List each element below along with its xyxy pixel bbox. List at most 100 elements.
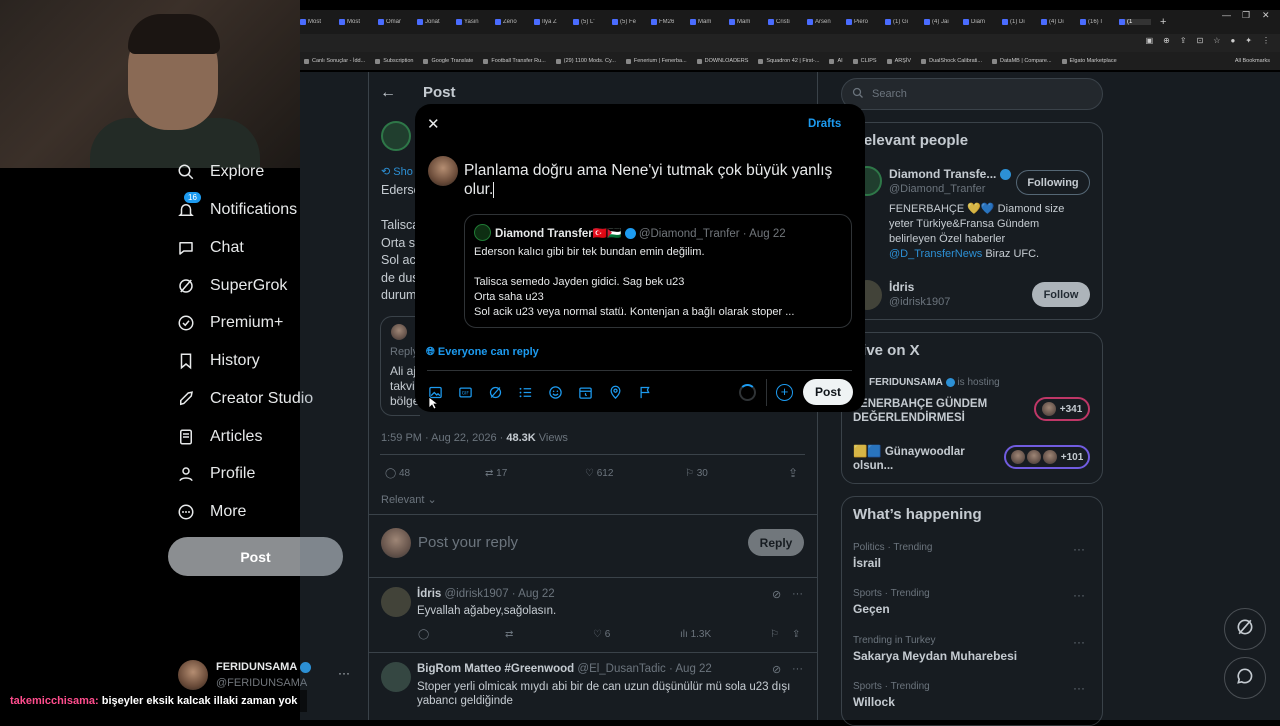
account-avatar[interactable] [178, 660, 208, 690]
bookmark-label: DualShock Calibrati... [929, 58, 982, 64]
bookmark-item[interactable]: CLIPS [852, 58, 877, 64]
browser-tab[interactable]: Omar [378, 19, 410, 25]
flag-icon[interactable] [637, 384, 653, 400]
all-bookmarks-button[interactable]: All Bookmarks [1235, 58, 1270, 64]
minimize-window-icon[interactable]: — [1222, 10, 1231, 20]
post-submit-button[interactable]: Post [803, 379, 853, 405]
nav-more[interactable]: More [176, 502, 246, 522]
bookmark-item[interactable]: DOWNLOADERS [696, 58, 748, 64]
browser-tab[interactable]: (1) Gi [885, 19, 917, 25]
tab-favicon-icon [885, 19, 891, 25]
tab-title: Most [347, 19, 361, 25]
divider [766, 379, 767, 406]
nav-label: Explore [210, 163, 265, 180]
bookmark-item[interactable]: Elgato Marketplace [1061, 58, 1117, 64]
bookmark-item[interactable]: AI [829, 58, 843, 64]
browser-tab[interactable]: Ilya Z [534, 19, 566, 25]
tab-favicon-icon [1002, 19, 1008, 25]
svg-text:GIF: GIF [461, 390, 469, 396]
browser-tab[interactable]: Most [339, 19, 371, 25]
bookmark-item[interactable]: Canlı Sonuçlar - İdd... [304, 58, 365, 64]
drafts-button[interactable]: Drafts [808, 118, 841, 130]
bookmark-item[interactable]: (29) 1100 Mods. Cy... [555, 58, 616, 64]
menu-icon[interactable]: ⋮ [1262, 36, 1270, 45]
browser-tab[interactable]: Cristi [768, 19, 800, 25]
bookmark-favicon-icon [483, 58, 489, 64]
flag-icons: 🇹🇷🇵🇸 [592, 228, 622, 240]
zoom-icon[interactable]: ⊕ [1163, 36, 1170, 45]
star-icon[interactable]: ☆ [1213, 36, 1220, 45]
nav-chat[interactable]: Chat [176, 238, 244, 258]
stream-chat-message: takemicchisama: bişeyler eksik kalcak il… [0, 690, 308, 712]
person-icon [176, 464, 196, 484]
extensions-puzzle-icon[interactable]: ✦ [1245, 36, 1252, 45]
new-tab-button[interactable]: + [1160, 16, 1166, 28]
browser-tab[interactable]: Yasin [456, 19, 488, 25]
bookmark-item[interactable]: Fenerium | Fenerba... [625, 58, 687, 64]
bookmark-item[interactable]: DualShock Calibrati... [921, 58, 982, 64]
bookmark-item[interactable]: Football Transfer Ru... [483, 58, 546, 64]
nav-creator-studio[interactable]: Creator Studio [176, 389, 313, 409]
browser-tab[interactable]: Most [300, 19, 332, 25]
browser-tab[interactable]: (1 [1119, 19, 1151, 25]
nav-supergrok[interactable]: SuperGrok [176, 276, 287, 296]
gif-icon[interactable]: GIF [457, 384, 473, 400]
bookmark-label: Fenerium | Fenerba... [633, 58, 687, 64]
add-thread-icon[interactable]: + [776, 384, 793, 401]
nav-premium[interactable]: Premium+ [176, 313, 283, 333]
bookmarks-bar: Canlı Sonuçlar - İdd... Subscription Googl… [300, 52, 1280, 70]
webcam-overlay [0, 0, 300, 168]
record-icon[interactable]: ● [1230, 36, 1235, 45]
grok-icon[interactable] [487, 384, 503, 400]
bookmark-item[interactable]: Google Translate [423, 58, 473, 64]
nav-articles[interactable]: Articles [176, 427, 262, 447]
nav-notifications[interactable]: 16 Notifications [176, 192, 297, 220]
poll-icon[interactable] [517, 384, 533, 400]
bookmark-item[interactable]: DataMB | Compare... [991, 58, 1052, 64]
bookmark-favicon-icon [829, 58, 835, 64]
compose-textarea[interactable]: Planlama doğru ama Nene'yi tutmak çok bü… [464, 161, 844, 199]
tab-title: Mam [698, 19, 712, 25]
bookmark-favicon-icon [696, 58, 702, 64]
close-icon[interactable]: ✕ [427, 115, 440, 133]
browser-tab[interactable]: (1) Di [1002, 19, 1034, 25]
tab-title: Zeno [503, 19, 517, 25]
screenshot-icon[interactable]: ⊡ [1197, 36, 1204, 45]
browser-tab[interactable]: FM26 [651, 19, 683, 25]
tab-title: Mam [737, 19, 751, 25]
extension-icon[interactable]: ▣ [1146, 36, 1154, 45]
tab-title: (4) Jai [932, 19, 949, 25]
tab-favicon-icon [495, 19, 501, 25]
bookmark-item[interactable]: Squadron 42 | First-... [758, 58, 819, 64]
bookmark-item[interactable]: ARŞİV [886, 58, 911, 64]
browser-tab[interactable]: (4) Di [1041, 19, 1073, 25]
search-icon [176, 162, 196, 182]
share-icon[interactable]: ⇪ [1180, 36, 1187, 45]
schedule-icon[interactable] [577, 384, 593, 400]
tab-favicon-icon [768, 19, 774, 25]
browser-tab[interactable]: Diam [963, 19, 995, 25]
tab-title: (5) Fe [620, 19, 637, 25]
browser-tab[interactable]: Jonat [417, 19, 449, 25]
browser-tab[interactable]: (4) Jai [924, 19, 956, 25]
browser-tab[interactable]: Piero [846, 19, 878, 25]
browser-tab[interactable]: Mam [729, 19, 761, 25]
nav-history[interactable]: History [176, 351, 260, 371]
tab-favicon-icon [807, 19, 813, 25]
close-window-icon[interactable]: ✕ [1262, 10, 1270, 21]
browser-tab[interactable]: (5) L' [573, 19, 605, 25]
browser-tab[interactable]: Zeno [495, 19, 527, 25]
restore-window-icon[interactable]: ❐ [1242, 10, 1250, 21]
reply-setting[interactable]: 🌐︎ Everyone can reply [426, 346, 539, 359]
browser-tab[interactable]: (16) I [1080, 19, 1112, 25]
emoji-icon[interactable] [547, 384, 563, 400]
browser-tab[interactable]: Arsen [807, 19, 839, 25]
premium-icon [176, 313, 196, 333]
browser-tab[interactable]: (5) Fe [612, 19, 644, 25]
nav-explore[interactable]: Explore [176, 162, 264, 182]
tab-favicon-icon [534, 19, 540, 25]
location-icon[interactable] [607, 384, 623, 400]
browser-tab[interactable]: Mam [690, 19, 722, 25]
nav-profile[interactable]: Profile [176, 464, 255, 484]
bookmark-item[interactable]: Subscription [375, 58, 413, 64]
